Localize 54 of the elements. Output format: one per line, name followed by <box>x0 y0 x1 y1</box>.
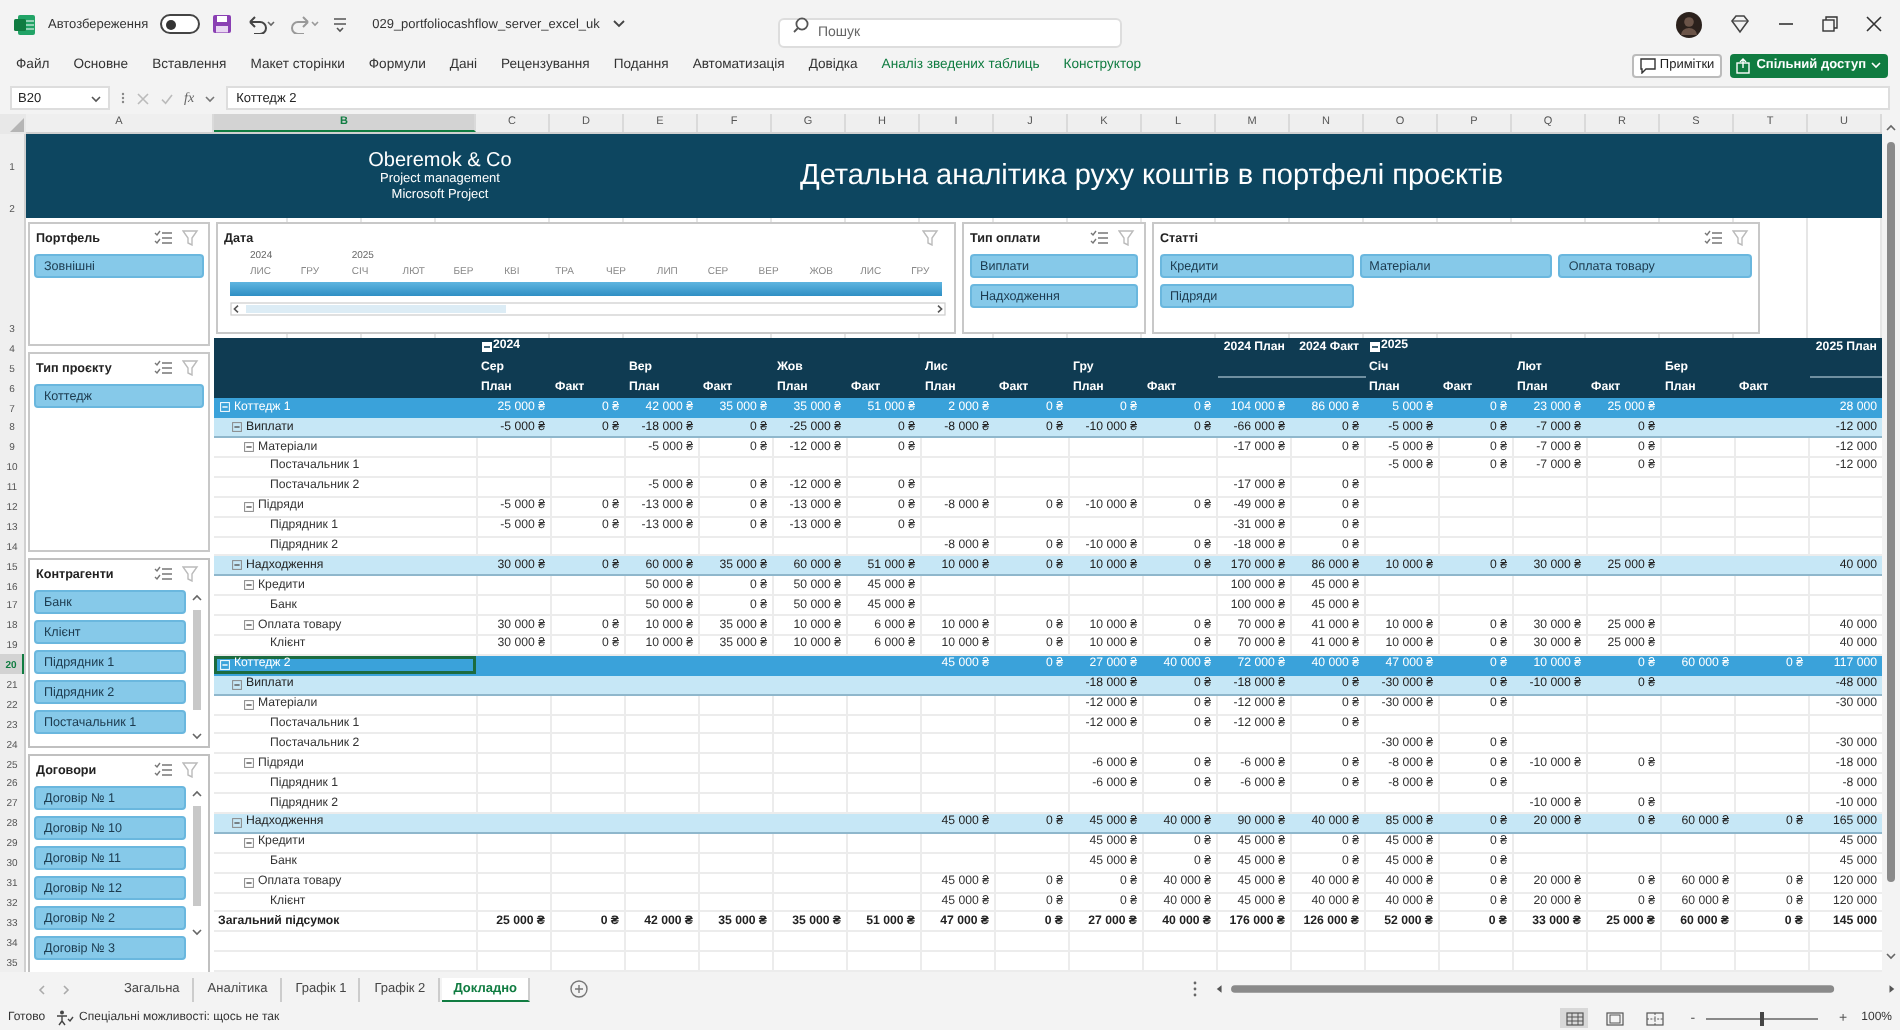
clear-filter-icon[interactable] <box>182 566 200 582</box>
redo-icon[interactable] <box>288 14 321 34</box>
next-sheet-icon[interactable] <box>60 983 72 995</box>
spreadsheet-app-icon <box>14 13 36 35</box>
search-icon <box>792 15 810 33</box>
caret-icon <box>90 93 102 103</box>
previous-sheet-icon[interactable] <box>36 983 48 995</box>
report-title: Детальна аналітика руху коштів в портфелі проєктів <box>800 160 1504 192</box>
page-break-icon <box>1645 1011 1664 1025</box>
avatar[interactable] <box>1676 11 1702 37</box>
comment-icon <box>1639 57 1656 73</box>
close-icon[interactable] <box>1866 16 1882 32</box>
company-name: Oberemok & Co <box>368 150 512 173</box>
accessibility-icon[interactable] <box>55 1010 74 1026</box>
page-layout-button[interactable] <box>1600 1008 1629 1028</box>
add-sheet-icon[interactable] <box>570 980 589 998</box>
clear-filter-icon[interactable] <box>922 230 940 246</box>
page-break-button[interactable] <box>1640 1008 1669 1028</box>
scrollbar[interactable] <box>1212 980 1900 998</box>
cancel-icon[interactable] <box>136 91 150 105</box>
restore-icon[interactable] <box>1822 16 1838 32</box>
share-icon <box>1736 57 1753 73</box>
clear-filter-icon[interactable] <box>1732 230 1750 246</box>
multi-select-icon[interactable] <box>154 360 172 376</box>
multi-select-icon[interactable] <box>154 762 172 778</box>
more-options-icon[interactable] <box>1192 980 1199 998</box>
multi-select-icon[interactable] <box>154 566 172 582</box>
normal-view-button[interactable] <box>1560 1008 1589 1028</box>
multi-select-icon[interactable] <box>1704 230 1722 246</box>
select-all-corner[interactable] <box>0 114 26 134</box>
clear-filter-icon[interactable] <box>1118 230 1136 246</box>
page-icon <box>1605 1011 1624 1025</box>
diamond-icon[interactable] <box>1730 14 1750 34</box>
caret-icon <box>1870 60 1882 70</box>
timeline-segment[interactable] <box>230 282 281 296</box>
scrollbar[interactable] <box>230 302 946 316</box>
grid-icon <box>1565 1011 1584 1025</box>
multi-select-icon[interactable] <box>1090 230 1108 246</box>
customize-icon[interactable] <box>332 14 349 34</box>
drag-handle-icon[interactable] <box>120 90 126 106</box>
save-icon[interactable] <box>212 14 233 34</box>
zoom-thumb[interactable] <box>1759 1011 1764 1025</box>
timeline-segment[interactable] <box>891 282 942 296</box>
check-icon[interactable] <box>160 91 174 105</box>
multi-select-icon[interactable] <box>154 230 172 246</box>
clear-filter-icon[interactable] <box>182 762 200 778</box>
caret-icon <box>204 93 217 103</box>
collapse-icon[interactable] <box>1369 341 1379 351</box>
autosave-toggle[interactable] <box>160 14 201 34</box>
caret-icon[interactable] <box>611 18 626 30</box>
collapse-icon[interactable] <box>481 341 491 351</box>
clear-filter-icon[interactable] <box>182 360 200 376</box>
clear-filter-icon[interactable] <box>182 230 200 246</box>
undo-icon[interactable] <box>244 14 277 34</box>
